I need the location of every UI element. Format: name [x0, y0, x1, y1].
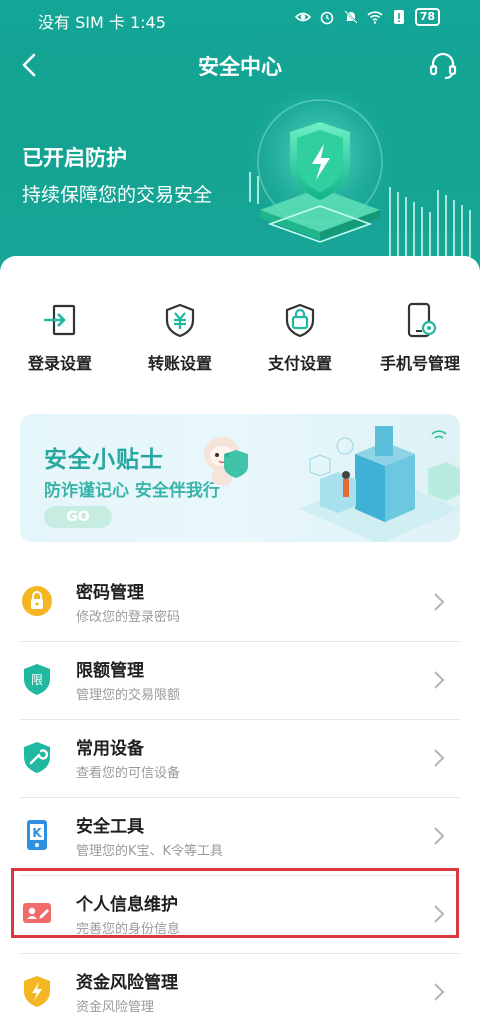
- status-icons: 78: [294, 8, 440, 26]
- mascot-figure: [204, 437, 248, 485]
- alert-icon: [393, 10, 404, 24]
- status-carrier-time: 没有 SIM 卡 1:45: [38, 13, 166, 32]
- menu-item-title: 常用设备: [76, 739, 144, 759]
- status-bar: 没有 SIM 卡 1:45 78: [0, 0, 480, 40]
- menu-item-subtitle: 完善您的身份信息: [76, 922, 181, 937]
- payment-lock-icon: [285, 303, 315, 338]
- login-icon: [44, 304, 76, 336]
- quick-action-label: 支付设置: [267, 354, 332, 373]
- menu-item-title: 密码管理: [76, 583, 144, 603]
- chevron-right-icon: [434, 983, 445, 1001]
- navigation-bar: 安全中心: [0, 40, 480, 90]
- quick-actions: 登录设置 转账设置 支付设置 手机号管理: [0, 300, 480, 380]
- quick-action-login-settings[interactable]: 登录设置: [0, 300, 120, 374]
- banner-go-button[interactable]: GO: [44, 506, 112, 528]
- quick-action-label: 手机号管理: [379, 354, 460, 373]
- safety-tips-banner[interactable]: 安全小贴士 防诈谨记心 安全伴我行 GO: [20, 414, 460, 542]
- chevron-right-icon: [434, 905, 445, 923]
- city-buildings: [300, 426, 460, 542]
- menu-item-subtitle: 管理您的K宝、K令等工具: [76, 844, 224, 859]
- mute-bell-icon: [343, 10, 358, 24]
- battery-level: 78: [414, 8, 440, 26]
- menu-item-title: 安全工具: [76, 817, 144, 837]
- phone-settings-icon: [407, 302, 437, 338]
- svg-text:限: 限: [31, 673, 43, 687]
- eye-icon: [294, 12, 311, 22]
- chevron-right-icon: [434, 827, 445, 845]
- id-card-icon: [23, 903, 51, 923]
- limit-shield-icon: 限: [24, 664, 50, 695]
- quick-action-phone-management[interactable]: 手机号管理: [360, 300, 480, 374]
- security-shield-illustration: [245, 92, 471, 257]
- quick-action-label: 转账设置: [147, 354, 212, 373]
- menu-item-limit-management[interactable]: 限 限额管理 管理您的交易限额: [20, 642, 460, 720]
- menu-item-subtitle: 修改您的登录密码: [76, 610, 181, 625]
- k-token-icon: K: [27, 820, 47, 850]
- menu-item-common-devices[interactable]: 常用设备 查看您的可信设备: [20, 720, 460, 798]
- wifi-icon: [367, 11, 383, 24]
- menu-item-subtitle: 资金风险管理: [76, 1000, 155, 1015]
- menu-item-password-management[interactable]: 密码管理 修改您的登录密码: [20, 564, 460, 642]
- chevron-right-icon: [434, 593, 445, 611]
- quick-action-label: 登录设置: [27, 354, 92, 373]
- mascot-city-illustration: [204, 426, 460, 542]
- menu-item-subtitle: 查看您的可信设备: [76, 766, 181, 781]
- customer-service-headset-icon[interactable]: [426, 48, 460, 82]
- page-title: 安全中心: [198, 55, 282, 79]
- quick-action-payment-settings[interactable]: 支付设置: [240, 300, 360, 374]
- protection-status-subtitle: 持续保障您的交易安全: [22, 184, 213, 206]
- alarm-icon: [320, 11, 333, 25]
- svg-text:K: K: [32, 826, 42, 840]
- menu-item-fund-risk-management[interactable]: 资金风险管理 资金风险管理: [20, 954, 460, 1027]
- protection-status-title: 已开启防护: [22, 146, 127, 170]
- quick-action-transfer-settings[interactable]: 转账设置: [120, 300, 240, 374]
- menu-item-title: 资金风险管理: [76, 973, 178, 993]
- device-wrench-icon: [24, 742, 50, 773]
- menu-item-title: 限额管理: [76, 661, 144, 681]
- menu-item-title: 个人信息维护: [76, 895, 178, 915]
- password-lock-icon: [22, 586, 52, 616]
- hero-section: 没有 SIM 卡 1:45 78 安全中心 已开启防护 持续保障您的交易安全: [0, 0, 480, 290]
- menu-item-subtitle: 管理您的交易限额: [76, 688, 181, 703]
- chevron-right-icon: [434, 671, 445, 689]
- menu-item-personal-info[interactable]: 个人信息维护 完善您的身份信息: [20, 876, 460, 954]
- fund-risk-shield-icon: [24, 976, 50, 1007]
- chevron-right-icon: [434, 749, 445, 767]
- banner-title: 安全小贴士: [44, 447, 164, 473]
- menu-item-security-tools[interactable]: K 安全工具 管理您的K宝、K令等工具: [20, 798, 460, 876]
- transfer-shield-icon: [165, 303, 195, 338]
